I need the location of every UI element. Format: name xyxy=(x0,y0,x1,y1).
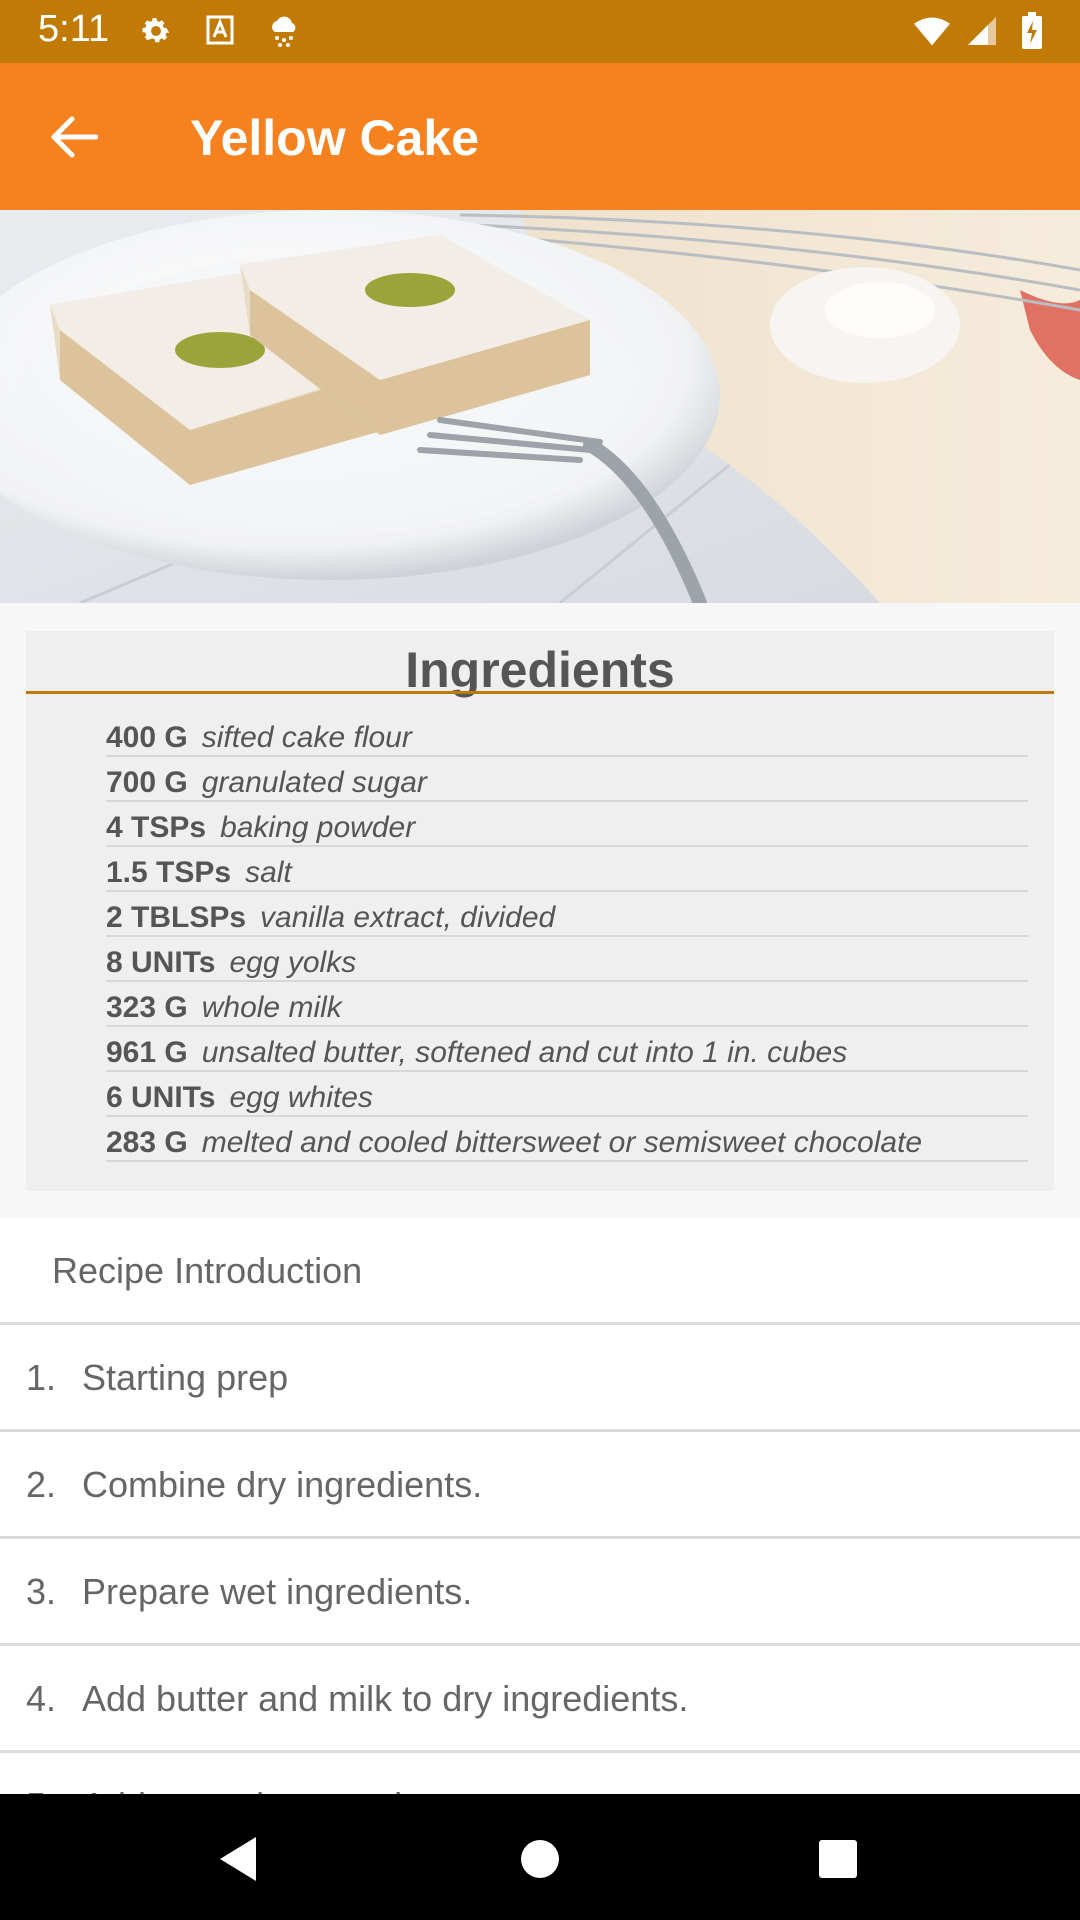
recipe-introduction-item[interactable]: Recipe Introduction xyxy=(0,1218,1080,1325)
status-icons-right xyxy=(914,12,1050,50)
steps-list: Recipe Introduction 1. Starting prep 2. … xyxy=(0,1218,1080,1794)
ingredient-row: 1.5 TSPs salt xyxy=(106,848,1028,892)
ingredient-qty: 283 G xyxy=(106,1126,188,1159)
step-number: 5. xyxy=(26,1785,56,1794)
ingredient-name: vanilla extract, divided xyxy=(260,901,556,934)
arrow-back-icon xyxy=(51,116,98,158)
recipe-introduction-label: Recipe Introduction xyxy=(52,1250,363,1291)
ingredient-qty: 2 TBLSPs xyxy=(106,901,247,934)
ingredient-qty: 400 G xyxy=(106,721,188,754)
nav-home-button[interactable] xyxy=(505,1824,575,1894)
step-item[interactable]: 5. Add egg mixture to batter. xyxy=(0,1753,1080,1794)
ingredient-row: 2 TBLSPs vanilla extract, divided xyxy=(106,893,1028,937)
ingredient-row: 323 G whole milk xyxy=(106,983,1028,1027)
step-label: Starting prep xyxy=(82,1357,289,1398)
ingredient-name: egg whites xyxy=(229,1081,373,1114)
step-label: Add butter and milk to dry ingredients. xyxy=(82,1678,689,1719)
ingredient-qty: 6 UNITs xyxy=(106,1081,216,1114)
ingredient-qty: 4 TSPs xyxy=(106,811,207,844)
recipe-hero-image xyxy=(0,210,1080,603)
step-item[interactable]: 2. Combine dry ingredients. xyxy=(0,1432,1080,1539)
ingredient-row: 6 UNITs egg whites xyxy=(106,1073,1028,1117)
step-item[interactable]: 1. Starting prep xyxy=(0,1325,1080,1432)
keyboard-a-icon xyxy=(202,12,238,50)
step-label: Add egg mixture to batter. xyxy=(82,1785,494,1794)
step-number: 4. xyxy=(26,1678,57,1719)
system-nav-bar xyxy=(0,1794,1080,1920)
ingredients-divider xyxy=(26,691,1054,694)
home-circle-icon xyxy=(521,1840,559,1878)
ingredient-qty: 700 G xyxy=(106,766,188,799)
ingredient-row: 400 G sifted cake flour xyxy=(106,713,1028,757)
status-icons-left xyxy=(138,12,302,50)
back-triangle-icon xyxy=(220,1837,256,1881)
ingredient-qty: 1.5 TSPs xyxy=(106,856,232,889)
ingredient-row: 8 UNITs egg yolks xyxy=(106,938,1028,982)
ingredient-row: 961 G unsalted butter, softened and cut i… xyxy=(106,1028,1028,1072)
status-bar: 5:11 xyxy=(0,0,1080,63)
ingredient-name: baking powder xyxy=(220,811,416,844)
ingredient-qty: 8 UNITs xyxy=(106,946,216,979)
step-number: 3. xyxy=(26,1571,57,1612)
settings-icon xyxy=(138,12,174,50)
page-title: Yellow Cake xyxy=(190,110,480,166)
app-bar: Yellow Cake xyxy=(0,63,1080,210)
weather-snow-icon xyxy=(266,12,302,50)
ingredient-name: unsalted butter, softened and cut into 1… xyxy=(201,1036,848,1069)
battery-charging-icon xyxy=(1014,12,1050,50)
step-label: Prepare wet ingredients. xyxy=(82,1571,473,1612)
ingredient-qty: 323 G xyxy=(106,991,188,1024)
ingredients-list: 400 G sifted cake flour 700 G granulated s… xyxy=(106,713,1028,1163)
ingredient-row: 283 G melted and cooled bittersweet or se… xyxy=(106,1118,1028,1162)
step-number: 2. xyxy=(26,1464,57,1505)
step-item[interactable]: 3. Prepare wet ingredients. xyxy=(0,1539,1080,1646)
ingredient-name: salt xyxy=(245,856,292,889)
wifi-icon xyxy=(914,12,950,50)
ingredient-name: granulated sugar xyxy=(201,766,427,799)
ingredient-row: 4 TSPs baking powder xyxy=(106,803,1028,847)
status-time: 5:11 xyxy=(38,8,110,50)
ingredient-name: whole milk xyxy=(201,991,342,1024)
ingredient-name: sifted cake flour xyxy=(201,721,412,754)
back-button[interactable] xyxy=(40,107,108,167)
signal-icon xyxy=(964,12,1000,50)
nav-recents-button[interactable] xyxy=(803,1824,873,1894)
ingredient-name: melted and cooled bittersweet or semiswe… xyxy=(201,1126,923,1159)
recents-square-icon xyxy=(819,1840,857,1878)
nav-back-button[interactable] xyxy=(203,1824,273,1894)
ingredient-row: 700 G granulated sugar xyxy=(106,758,1028,802)
ingredients-card: Ingredients 400 Gsifted cake flour 700 G… xyxy=(26,631,1054,1191)
step-label: Combine dry ingredients. xyxy=(82,1464,483,1505)
step-item[interactable]: 4. Add butter and milk to dry ingredient… xyxy=(0,1646,1080,1753)
ingredient-name: egg yolks xyxy=(229,946,357,979)
ingredients-section: Ingredients 400 Gsifted cake flour 700 G… xyxy=(0,603,1080,1218)
step-number: 1. xyxy=(26,1357,57,1398)
ingredient-qty: 961 G xyxy=(106,1036,188,1069)
